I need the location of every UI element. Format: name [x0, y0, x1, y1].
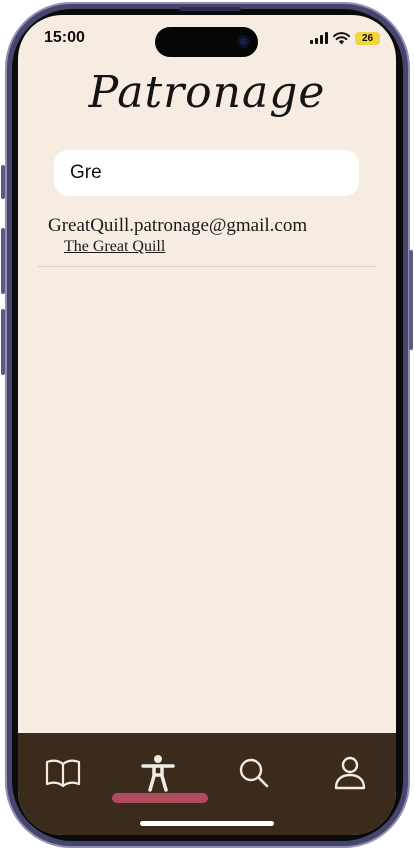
tab-search[interactable]	[232, 751, 276, 795]
profile-icon	[334, 756, 366, 790]
list-item[interactable]: GreatQuill.patronage@gmail.com The Great…	[38, 214, 376, 267]
tab-accessibility[interactable]	[136, 751, 180, 795]
result-name-link[interactable]: The Great Quill	[64, 238, 165, 256]
active-tab-indicator	[112, 793, 208, 803]
wifi-icon	[333, 31, 350, 44]
accessibility-person-icon	[141, 755, 175, 792]
home-indicator[interactable]	[140, 821, 274, 826]
book-icon	[45, 759, 81, 788]
status-bar: 15:00 26	[18, 15, 396, 65]
action-button	[1, 165, 5, 199]
app-screen: 15:00 26 Patronage GreatQuill.patronage@…	[18, 15, 396, 835]
status-time: 15:00	[44, 29, 85, 46]
status-icons: 26	[310, 31, 380, 45]
search-box[interactable]	[54, 150, 359, 196]
tab-profile[interactable]	[328, 751, 372, 795]
tab-library[interactable]	[41, 751, 85, 795]
signal-icon	[310, 32, 328, 44]
front-camera-icon	[237, 35, 250, 48]
volume-up-button	[1, 228, 5, 294]
search-icon	[239, 758, 269, 788]
search-results-list: GreatQuill.patronage@gmail.com The Great…	[38, 214, 376, 267]
dynamic-island	[155, 27, 258, 57]
app-title: Patronage	[88, 67, 326, 118]
power-button	[409, 250, 413, 350]
result-email: GreatQuill.patronage@gmail.com	[48, 215, 308, 236]
volume-down-button	[1, 309, 5, 375]
battery-icon: 26	[355, 31, 380, 45]
search-input[interactable]	[54, 150, 359, 196]
speaker-grille	[179, 7, 241, 11]
tab-bar	[18, 733, 396, 835]
